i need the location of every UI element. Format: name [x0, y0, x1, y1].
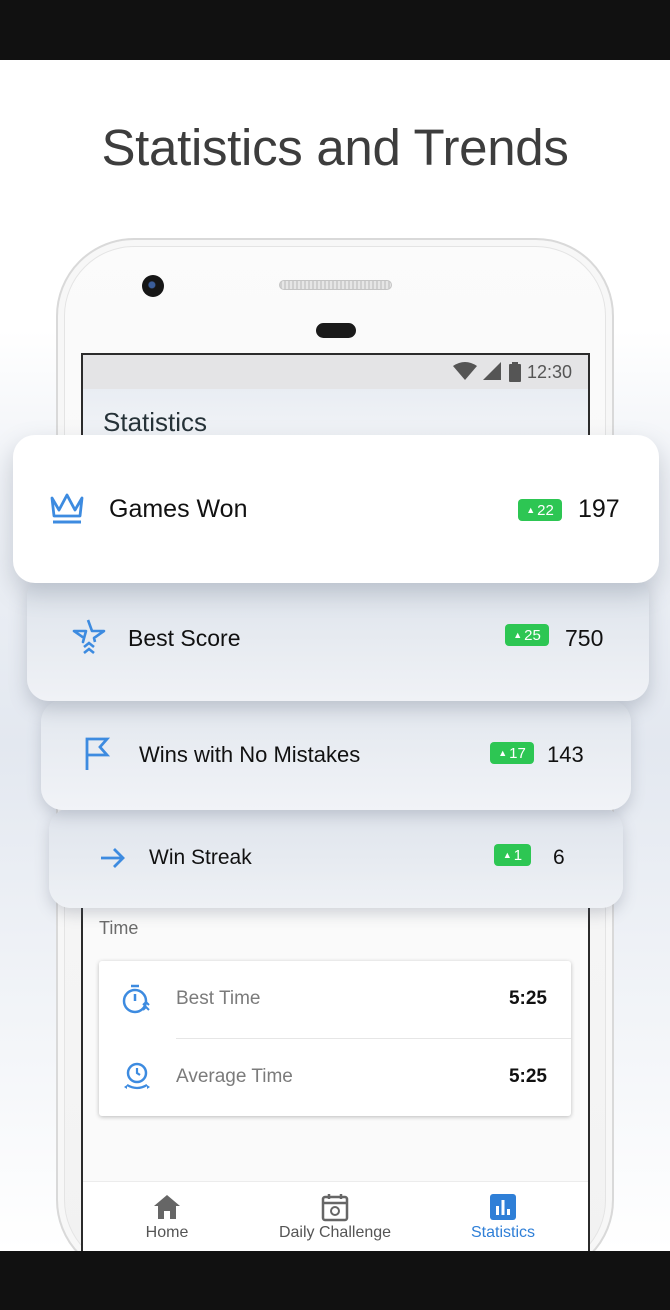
- stat-label: Games Won: [109, 494, 248, 523]
- nav-statistics[interactable]: Statistics: [419, 1182, 587, 1251]
- stat-change-badge: ▲ 25: [505, 624, 549, 646]
- status-time: 12:30: [526, 361, 572, 382]
- best-time-row[interactable]: Best Time 5:25: [99, 961, 571, 1037]
- stopwatch-icon: [122, 984, 150, 1014]
- screen-title: Statistics: [103, 407, 208, 437]
- average-time-label: Average Time: [176, 1066, 293, 1087]
- stat-label: Wins with No Mistakes: [139, 742, 361, 767]
- stat-value: 197: [578, 494, 620, 523]
- stat-card-best-score[interactable]: Best Score ▲ 25 750: [27, 575, 649, 701]
- nav-home-label: Home: [145, 1224, 189, 1241]
- home-icon: [154, 1195, 180, 1219]
- nav-home[interactable]: Home: [83, 1182, 251, 1251]
- best-time-value: 5:25: [508, 988, 547, 1009]
- stat-card-win-streak[interactable]: Win Streak ▲ 1 6: [49, 808, 623, 908]
- star-icon: [72, 619, 106, 655]
- stat-change-badge: ▲ 17: [490, 742, 534, 764]
- stat-card-games-won[interactable]: Games Won ▲ 22 197: [13, 435, 659, 583]
- best-time-label: Best Time: [176, 988, 261, 1009]
- proximity-sensor: [316, 323, 356, 338]
- calendar-icon: [321, 1194, 349, 1222]
- stat-value: 143: [547, 742, 584, 767]
- time-section-label: Time: [99, 918, 139, 938]
- status-bar: 12:30: [83, 355, 588, 389]
- average-time-value: 5:25: [508, 1066, 547, 1087]
- flag-icon: [85, 737, 111, 770]
- time-card: Best Time 5:25 Average Time 5:25: [99, 961, 571, 1116]
- stat-value: 750: [565, 624, 604, 651]
- nav-daily-challenge[interactable]: Daily Challenge: [251, 1182, 419, 1251]
- stat-change-badge: ▲ 1: [494, 844, 531, 866]
- signal-icon: [482, 362, 501, 380]
- bar-chart-icon: [490, 1194, 516, 1220]
- bottom-navigation: Home Daily Challenge Statistics: [83, 1181, 588, 1251]
- average-time-row[interactable]: Average Time 5:25: [99, 1039, 571, 1115]
- stat-card-no-mistakes[interactable]: Wins with No Mistakes ▲ 17 143: [41, 700, 631, 810]
- average-time-icon: [124, 1062, 150, 1090]
- top-black-bar: [0, 0, 670, 60]
- wifi-icon: [452, 362, 477, 380]
- nav-daily-challenge-label: Daily Challenge: [278, 1224, 392, 1241]
- nav-statistics-label: Statistics: [470, 1224, 535, 1241]
- bottom-black-bar: [0, 1251, 670, 1310]
- stat-label: Best Score: [128, 624, 241, 651]
- arrow-right-icon: [101, 848, 125, 868]
- promo-headline: Statistics and Trends: [101, 119, 569, 176]
- front-camera: [142, 275, 164, 297]
- stat-label: Win Streak: [149, 846, 252, 869]
- speaker-grill: [279, 280, 392, 290]
- stat-change-badge: ▲ 22: [518, 499, 562, 521]
- crown-icon: [50, 493, 84, 524]
- stat-value: 6: [553, 846, 565, 869]
- battery-icon: [508, 362, 521, 382]
